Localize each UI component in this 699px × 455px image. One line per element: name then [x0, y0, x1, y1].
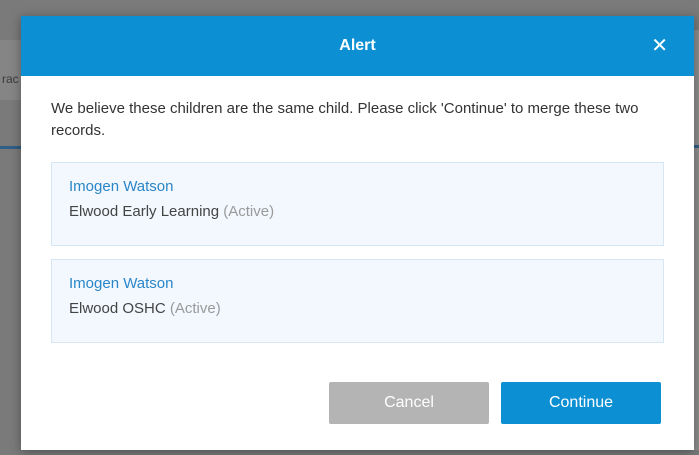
service-name: Elwood Early Learning — [69, 203, 220, 220]
background-divider — [0, 146, 22, 149]
record-service-line: Elwood Early Learning (Active) — [69, 202, 646, 222]
background-panel — [0, 40, 22, 100]
background-panel-right — [694, 30, 699, 450]
service-name: Elwood OSHC — [69, 300, 166, 317]
status-label: (Active) — [223, 203, 275, 220]
cancel-button[interactable]: Cancel — [329, 382, 489, 424]
background-divider-right — [694, 145, 699, 148]
status-label: (Active) — [169, 300, 221, 317]
record-service-line: Elwood OSHC (Active) — [69, 299, 646, 319]
continue-button[interactable]: Continue — [501, 382, 661, 424]
dialog-message: We believe these children are the same c… — [51, 100, 639, 139]
child-name-link[interactable]: Imogen Watson — [69, 177, 646, 197]
close-icon[interactable]: ✕ — [651, 36, 668, 56]
child-record-card: Imogen Watson Elwood OSHC (Active) — [51, 259, 664, 343]
dialog-body: We believe these children are the same c… — [21, 76, 694, 343]
child-name-link[interactable]: Imogen Watson — [69, 274, 646, 294]
background-text-fragment: rac — [2, 72, 19, 86]
dialog-actions: Cancel Continue — [329, 382, 661, 424]
dialog-title: Alert — [339, 37, 376, 54]
dialog-header: Alert ✕ — [21, 16, 694, 76]
alert-dialog: Alert ✕ We believe these children are th… — [21, 16, 694, 450]
child-record-card: Imogen Watson Elwood Early Learning (Act… — [51, 162, 664, 246]
